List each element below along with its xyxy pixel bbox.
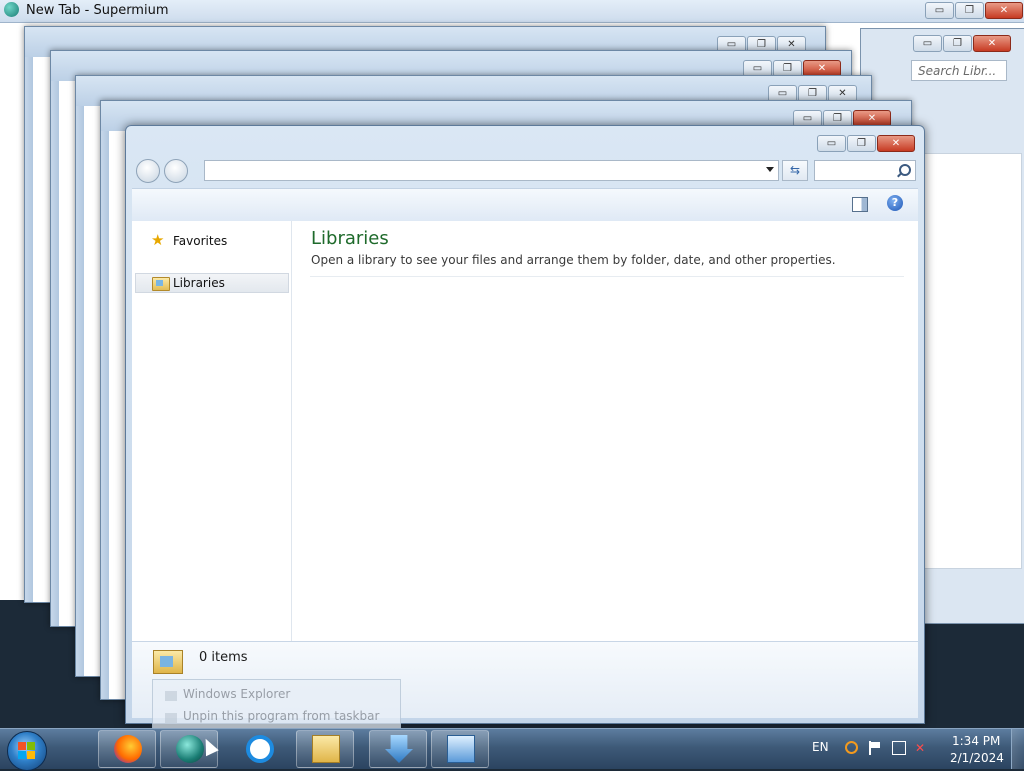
search-icon bbox=[899, 164, 911, 176]
supermium-logo-icon bbox=[4, 2, 19, 17]
bg-close-button[interactable]: ✕ bbox=[973, 35, 1011, 52]
folder-icon bbox=[165, 691, 177, 701]
show-desktop-button[interactable] bbox=[1011, 729, 1024, 769]
action-center-flag-icon[interactable] bbox=[868, 741, 882, 755]
maximize-button[interactable]: ❐ bbox=[847, 135, 876, 152]
help-button[interactable]: ? bbox=[887, 195, 903, 211]
taskbar-internet-explorer[interactable] bbox=[230, 730, 288, 768]
forward-button[interactable] bbox=[164, 159, 188, 183]
address-bar[interactable] bbox=[204, 160, 779, 181]
volume-muted-icon[interactable]: ✕ bbox=[915, 741, 929, 755]
preview-pane-button[interactable] bbox=[852, 197, 868, 212]
browser-maximize-button[interactable]: ❐ bbox=[955, 2, 984, 19]
clock-time[interactable]: 1:34 PM bbox=[952, 734, 1000, 748]
taskbar-firefox[interactable] bbox=[98, 730, 156, 768]
media-player-icon bbox=[312, 735, 340, 763]
supermium-icon bbox=[176, 735, 204, 763]
command-bar: ? bbox=[132, 188, 918, 222]
back-button[interactable] bbox=[136, 159, 160, 183]
libraries-large-icon bbox=[153, 650, 183, 674]
divider bbox=[310, 276, 904, 277]
internet-explorer-icon bbox=[246, 735, 274, 763]
control-panel-icon bbox=[447, 735, 475, 763]
item-count: 0 items bbox=[199, 650, 248, 665]
network-icon[interactable] bbox=[892, 741, 906, 755]
pin-icon bbox=[165, 713, 177, 723]
page-title: Libraries bbox=[311, 228, 389, 249]
jump-list-item-unpin[interactable]: Unpin this program from taskbar bbox=[183, 709, 379, 723]
star-icon: ★ bbox=[151, 231, 165, 249]
firefox-icon bbox=[114, 735, 142, 763]
jump-list-item-explorer[interactable]: Windows Explorer bbox=[183, 687, 290, 701]
clock-date[interactable]: 2/1/2024 bbox=[950, 751, 1004, 765]
search-input[interactable] bbox=[814, 160, 916, 181]
minimize-button[interactable]: ▭ bbox=[817, 135, 846, 152]
taskbar: EN ✕ 1:34 PM 2/1/2024 bbox=[0, 728, 1024, 771]
language-indicator[interactable]: EN bbox=[812, 740, 829, 754]
libraries-icon bbox=[152, 277, 170, 291]
search-tray-icon[interactable] bbox=[845, 741, 858, 754]
taskbar-installer[interactable] bbox=[369, 730, 427, 768]
refresh-button[interactable]: ⇆ bbox=[782, 160, 808, 181]
content-area: ★ Favorites Libraries Libraries Open a l… bbox=[132, 221, 918, 641]
windows-logo-icon bbox=[18, 742, 36, 760]
nav-item-libraries[interactable]: Libraries bbox=[135, 273, 289, 293]
browser-window-title: New Tab - Supermium bbox=[26, 3, 169, 18]
close-button[interactable]: ✕ bbox=[877, 135, 915, 152]
bg-minimize-button[interactable]: ▭ bbox=[913, 35, 942, 52]
bg-search-input[interactable]: Search Libr... bbox=[911, 60, 1007, 81]
browser-minimize-button[interactable]: ▭ bbox=[925, 2, 954, 19]
address-dropdown-icon[interactable] bbox=[766, 167, 774, 172]
taskbar-media-player[interactable] bbox=[296, 730, 354, 768]
taskbar-control-panel[interactable] bbox=[431, 730, 489, 768]
libraries-explorer-window: ▭ ❐ ✕ ⇆ ? ★ Favorites Libraries Librarie… bbox=[125, 125, 925, 724]
bg-maximize-button[interactable]: ❐ bbox=[943, 35, 972, 52]
browser-close-button[interactable]: ✕ bbox=[985, 2, 1023, 19]
browser-title-bar[interactable]: New Tab - Supermium ▭ ❐ ✕ bbox=[0, 0, 1024, 23]
jump-list: Windows Explorer Unpin this program from… bbox=[152, 679, 401, 731]
start-button[interactable] bbox=[7, 731, 47, 771]
navigation-pane: ★ Favorites Libraries bbox=[132, 221, 292, 641]
installer-icon bbox=[385, 735, 413, 763]
page-description: Open a library to see your files and arr… bbox=[311, 253, 836, 267]
nav-item-favorites[interactable]: ★ Favorites bbox=[135, 231, 289, 251]
